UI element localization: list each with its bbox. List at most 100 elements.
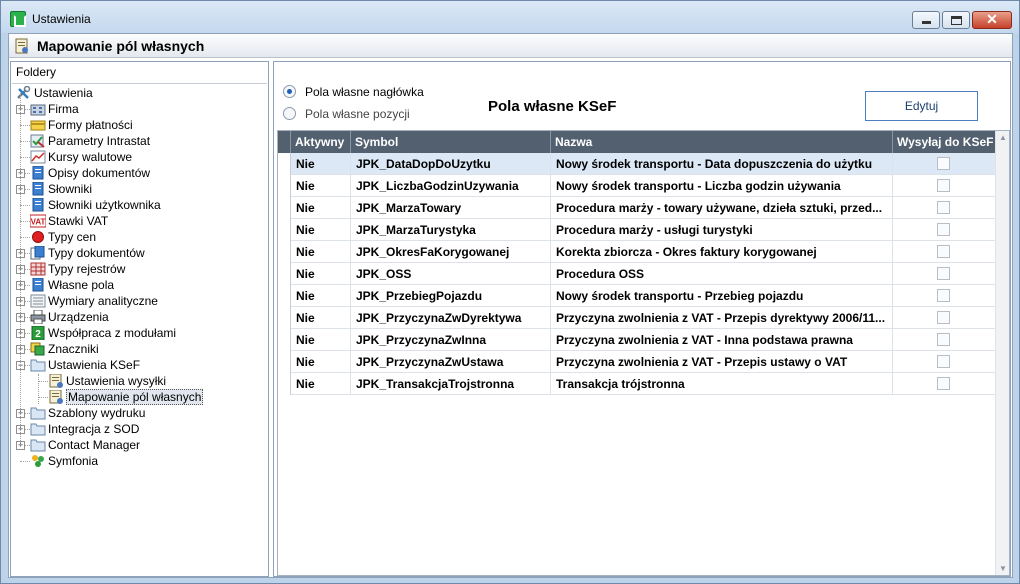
- table-row[interactable]: Nie JPK_LiczbaGodzinUzywania Nowy środek t…: [278, 175, 995, 197]
- row-indicator[interactable]: [278, 241, 291, 263]
- tree-item-ustawienia[interactable]: Ustawienia: [12, 85, 267, 101]
- tree-item-słowniki-użytkownika[interactable]: Słowniki użytkownika: [12, 197, 267, 213]
- send-checkbox[interactable]: [937, 179, 950, 192]
- tree-item-wymiary-analityczne[interactable]: + Wymiary analityczne: [12, 293, 267, 309]
- row-indicator[interactable]: [278, 175, 291, 197]
- tree-item-ustawienia-wysyłki[interactable]: Ustawienia wysyłki: [12, 373, 267, 389]
- maximize-button[interactable]: [942, 11, 970, 29]
- tree-item-mapowanie-pól-własnych[interactable]: Mapowanie pól własnych: [12, 389, 267, 405]
- tree-item-opisy-dokumentów[interactable]: + Opisy dokumentów: [12, 165, 267, 181]
- register-icon: [30, 262, 46, 276]
- tree-item-contact-manager[interactable]: + Contact Manager: [12, 437, 267, 453]
- row-indicator[interactable]: [278, 307, 291, 329]
- cell-name: Procedura marży - usługi turystyki: [551, 219, 893, 241]
- modules-icon: 2: [30, 325, 46, 341]
- header-indicator-cell: [278, 131, 291, 153]
- send-checkbox[interactable]: [937, 333, 950, 346]
- tree-item-znaczniki[interactable]: + Znaczniki: [12, 341, 267, 357]
- table-row[interactable]: Nie JPK_PrzyczynaZwUstawa Przyczyna zwolni…: [278, 351, 995, 373]
- table-row[interactable]: Nie JPK_OSS Procedura OSS: [278, 263, 995, 285]
- svg-text:VAT: VAT: [31, 218, 46, 227]
- tree-item-formy-płatności[interactable]: Formy płatności: [12, 117, 267, 133]
- radio-header-fields[interactable]: Pola własne nagłówka: [283, 84, 433, 100]
- tree-item-parametry-intrastat[interactable]: Parametry Intrastat: [12, 133, 267, 149]
- tree-item-własne-pola[interactable]: + Własne pola: [12, 277, 267, 293]
- column-header-symbol[interactable]: Symbol: [351, 131, 551, 153]
- cell-send: [893, 153, 995, 175]
- row-indicator[interactable]: [278, 329, 291, 351]
- maximize-icon: [951, 16, 962, 25]
- docs-icon: [30, 245, 46, 260]
- tree-item-szablony-wydruku[interactable]: + Szablony wydruku: [12, 405, 267, 421]
- row-indicator[interactable]: [278, 285, 291, 307]
- row-indicator[interactable]: [278, 351, 291, 373]
- row-indicator[interactable]: [278, 197, 291, 219]
- tree-connector: [38, 397, 48, 398]
- row-indicator[interactable]: [278, 219, 291, 241]
- tree-item-label: Mapowanie pól własnych: [66, 389, 204, 405]
- tree-item-label: Contact Manager: [48, 438, 141, 452]
- vertical-scrollbar[interactable]: ▲ ▼: [995, 131, 1009, 575]
- tree-item-słowniki[interactable]: + Słowniki: [12, 181, 267, 197]
- send-checkbox[interactable]: [937, 245, 950, 258]
- tree-item-stawki-vat[interactable]: VAT Stawki VAT: [12, 213, 267, 229]
- tree-item-typy-dokumentów[interactable]: + Typy dokumentów: [12, 245, 267, 261]
- radio-header-indicator[interactable]: [283, 85, 296, 98]
- title-bar[interactable]: Ustawienia ✕: [1, 1, 1019, 33]
- send-checkbox[interactable]: [937, 267, 950, 280]
- table-row[interactable]: Nie JPK_DataDopDoUzytku Nowy środek transp…: [278, 153, 995, 175]
- cell-name: Korekta zbiorcza - Okres faktury korygow…: [551, 241, 893, 263]
- folder-tree[interactable]: Ustawienia + Firma Formy płatności Parametry…: [12, 83, 267, 575]
- tree-item-label: Słowniki: [48, 182, 93, 196]
- scroll-down-icon[interactable]: ▼: [996, 564, 1010, 573]
- cell-send: [893, 263, 995, 285]
- table-row[interactable]: Nie JPK_MarzaTurystyka Procedura marży - u…: [278, 219, 995, 241]
- tree-item-label: Firma: [48, 102, 79, 116]
- table-row[interactable]: Nie JPK_MarzaTowary Procedura marży - towa…: [278, 197, 995, 219]
- tree-item-ustawienia-ksef[interactable]: − Ustawienia KSeF: [12, 357, 267, 373]
- header-strip: Mapowanie pól własnych: [9, 34, 1012, 58]
- send-checkbox[interactable]: [937, 157, 950, 170]
- column-header-name[interactable]: Nazwa: [551, 131, 893, 153]
- row-indicator[interactable]: [278, 373, 291, 395]
- scroll-up-icon[interactable]: ▲: [996, 133, 1010, 142]
- tree-item-label: Stawki VAT: [48, 214, 109, 228]
- row-indicator[interactable]: [278, 153, 291, 175]
- send-checkbox[interactable]: [937, 311, 950, 324]
- row-indicator[interactable]: [278, 263, 291, 285]
- tree-item-label: Kursy walutowe: [48, 150, 133, 164]
- table-row[interactable]: Nie JPK_TransakcjaTrojstronna Transakcja t…: [278, 373, 995, 395]
- tree-item-kursy-walutowe[interactable]: Kursy walutowe: [12, 149, 267, 165]
- column-header-send[interactable]: Wysyłaj do KSeF: [893, 131, 995, 153]
- edit-button[interactable]: Edytuj: [865, 91, 978, 121]
- send-checkbox[interactable]: [937, 355, 950, 368]
- radio-position-indicator[interactable]: [283, 107, 296, 120]
- send-checkbox[interactable]: [937, 289, 950, 302]
- send-checkbox[interactable]: [937, 223, 950, 236]
- column-header-active[interactable]: Aktywny: [291, 131, 351, 153]
- cell-symbol: JPK_TransakcjaTrojstronna: [351, 373, 551, 395]
- tree-item-label: Symfonia: [48, 454, 99, 468]
- tree-item-integracja-z-sod[interactable]: + Integracja z SOD: [12, 421, 267, 437]
- tree-connector: [20, 141, 30, 142]
- radio-position-fields[interactable]: Pola własne pozycji: [283, 106, 433, 122]
- folder-icon: [30, 438, 46, 452]
- tree-item-typy-rejestrów[interactable]: + Typy rejestrów: [12, 261, 267, 277]
- minimize-button[interactable]: [912, 11, 940, 29]
- settings-doc-icon: [48, 373, 64, 388]
- send-checkbox[interactable]: [937, 377, 950, 390]
- table-row[interactable]: Nie JPK_PrzebiegPojazdu Nowy środek transp…: [278, 285, 995, 307]
- tree-item-firma[interactable]: + Firma: [12, 101, 267, 117]
- close-button[interactable]: ✕: [972, 11, 1012, 29]
- table-row[interactable]: Nie JPK_OkresFaKorygowanej Korekta zbiorcz…: [278, 241, 995, 263]
- table-row[interactable]: Nie JPK_PrzyczynaZwInna Przyczyna zwolnien…: [278, 329, 995, 351]
- cell-active: Nie: [291, 285, 351, 307]
- cell-symbol: JPK_DataDopDoUzytku: [351, 153, 551, 175]
- tree-item-typy-cen[interactable]: Typy cen: [12, 229, 267, 245]
- tree-item-symfonia[interactable]: Symfonia: [12, 453, 267, 469]
- tree-item-urządzenia[interactable]: + Urządzenia: [12, 309, 267, 325]
- send-checkbox[interactable]: [937, 201, 950, 214]
- radio-header-label: Pola własne nagłówka: [305, 85, 424, 99]
- table-row[interactable]: Nie JPK_PrzyczynaZwDyrektywa Przyczyna zwo…: [278, 307, 995, 329]
- tree-item-współpraca-z-modułami[interactable]: +2 Współpraca z modułami: [12, 325, 267, 341]
